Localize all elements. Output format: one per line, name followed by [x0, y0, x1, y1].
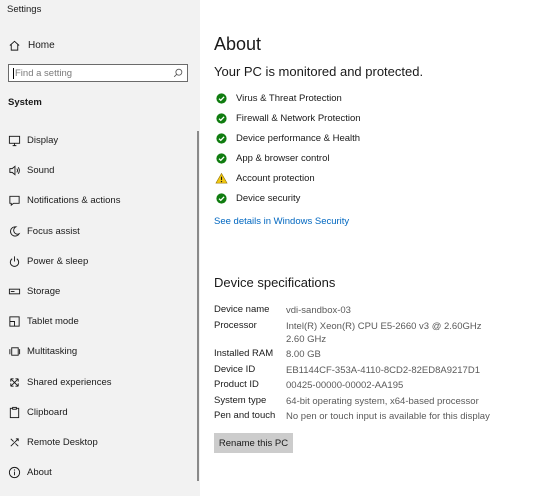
sidebar-item-focus-assist[interactable]: Focus assist [0, 221, 200, 241]
sidebar-item-label: Clipboard [27, 406, 68, 418]
sidebar-item-clipboard[interactable]: Clipboard [0, 402, 200, 422]
spec-key: Installed RAM [214, 348, 274, 359]
spec-row: Processor Intel(R) Xeon(R) CPU E5-2660 v… [214, 320, 486, 346]
spec-row: Product ID 00425-00000-00002-AA195 [214, 379, 486, 392]
sidebar-item-remote-desktop[interactable]: Remote Desktop [0, 432, 200, 452]
sidebar-item-about[interactable]: About [0, 462, 200, 482]
sidebar-item-notifications[interactable]: Notifications & actions [0, 190, 200, 210]
storage-icon [7, 284, 21, 298]
protection-label: Account protection [236, 172, 315, 184]
protection-label: Firewall & Network Protection [236, 112, 361, 124]
spec-value: 8.00 GB [286, 349, 321, 360]
check-circle-icon [214, 151, 228, 165]
sidebar-item-multitasking[interactable]: Multitasking [0, 341, 200, 361]
protection-item: Virus & Threat Protection [214, 91, 342, 105]
sidebar-item-tablet-mode[interactable]: Tablet mode [0, 311, 200, 331]
check-circle-icon [214, 111, 228, 125]
spec-value: 64-bit operating system, x64-based proce… [286, 396, 479, 407]
spec-key: Device ID [214, 364, 256, 375]
info-icon [7, 465, 21, 479]
spec-value: EB1144CF-353A-4110-8CD2-82ED8A9217D1 [286, 365, 480, 376]
sidebar-scrollbar[interactable] [197, 131, 199, 481]
rename-pc-button[interactable]: Rename this PC [214, 433, 293, 453]
spec-key: Device name [214, 304, 270, 315]
home-icon [7, 38, 21, 52]
check-circle-icon [214, 131, 228, 145]
speaker-icon [7, 163, 21, 177]
clipboard-icon [7, 405, 21, 419]
sidebar-item-label: Multitasking [27, 345, 78, 357]
windows-security-link[interactable]: See details in Windows Security [214, 216, 349, 227]
spec-value: 00425-00000-00002-AA195 [286, 380, 404, 391]
spec-value: vdi-sandbox-03 [286, 305, 351, 316]
spec-value: Intel(R) Xeon(R) CPU E5-2660 v3 @ 2.60GH… [286, 321, 482, 345]
text-caret [13, 67, 14, 79]
remote-desktop-icon [7, 435, 21, 449]
sidebar-item-label: Storage [27, 285, 61, 297]
tablet-icon [7, 314, 21, 328]
sidebar-item-label: Sound [27, 164, 55, 176]
spec-value: No pen or touch input is available for t… [286, 411, 490, 422]
shared-experiences-icon [7, 375, 21, 389]
protection-label: Device performance & Health [236, 132, 361, 144]
spec-row: Device ID EB1144CF-353A-4110-8CD2-82ED8A… [214, 364, 486, 377]
sidebar-item-label: Focus assist [27, 225, 80, 237]
sidebar-item-label: Notifications & actions [27, 194, 121, 206]
multitasking-icon [7, 344, 21, 358]
spec-row: Device name vdi-sandbox-03 [214, 304, 486, 317]
sidebar-item-home[interactable]: Home [7, 37, 55, 53]
sidebar-item-display[interactable]: Display [0, 130, 200, 150]
specs-heading: Device specifications [214, 275, 336, 290]
sidebar-item-storage[interactable]: Storage [0, 281, 200, 301]
power-icon [7, 254, 21, 268]
spec-key: Processor [214, 320, 257, 331]
main-content: About Your PC is monitored and protected… [214, 0, 556, 496]
sidebar-item-label: Display [27, 134, 59, 146]
warning-icon [214, 171, 228, 185]
display-icon [7, 133, 21, 147]
sidebar-item-label: Tablet mode [27, 315, 79, 327]
sidebar-item-label: Remote Desktop [27, 436, 98, 448]
spec-row: System type 64-bit operating system, x64… [214, 395, 486, 408]
sidebar: Settings Home Find a setting System Disp… [0, 0, 200, 496]
search-input[interactable]: Find a setting [8, 64, 188, 82]
sidebar-item-label: Shared experiences [27, 376, 112, 388]
page-title: About [214, 34, 262, 54]
search-icon[interactable] [171, 66, 185, 80]
protection-item: Account protection [214, 171, 315, 185]
protection-label: Device security [236, 192, 301, 204]
protection-item: Device performance & Health [214, 131, 360, 145]
protection-item: Device security [214, 191, 300, 205]
section-heading: System [8, 97, 42, 108]
spec-key: System type [214, 395, 267, 406]
sidebar-item-label: About [27, 466, 52, 478]
sidebar-item-sound[interactable]: Sound [0, 160, 200, 180]
protection-label: Virus & Threat Protection [236, 92, 342, 104]
sidebar-item-power-sleep[interactable]: Power & sleep [0, 251, 200, 271]
spec-row: Pen and touch No pen or touch input is a… [214, 410, 516, 423]
notification-icon [7, 193, 21, 207]
sidebar-item-label: Home [28, 39, 55, 51]
protection-item: Firewall & Network Protection [214, 111, 361, 125]
protection-status: Your PC is monitored and protected. [214, 64, 424, 79]
check-circle-icon [214, 191, 228, 205]
spec-key: Product ID [214, 379, 259, 390]
protection-item: App & browser control [214, 151, 329, 165]
spec-key: Pen and touch [214, 410, 276, 421]
moon-icon [7, 224, 21, 238]
check-circle-icon [214, 91, 228, 105]
spec-row: Installed RAM 8.00 GB [214, 348, 486, 361]
search-placeholder: Find a setting [15, 67, 73, 79]
protection-label: App & browser control [236, 152, 330, 164]
sidebar-item-shared-experiences[interactable]: Shared experiences [0, 372, 200, 392]
app-title: Settings [7, 4, 42, 15]
sidebar-item-label: Power & sleep [27, 255, 89, 267]
